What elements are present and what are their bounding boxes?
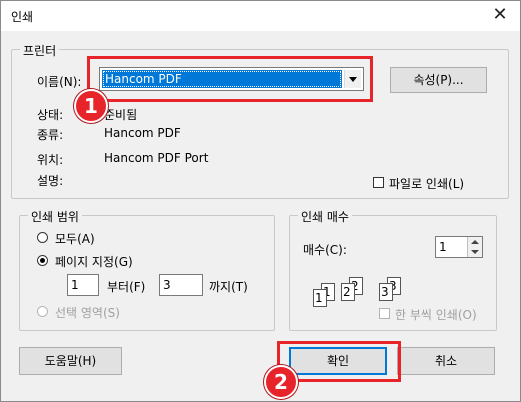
print-to-file-label: 파일로 인쇄(L) xyxy=(389,177,465,191)
print-dialog: 인쇄 ✕ 프린터 이름(N): Hancom PDF 속성(P)... 상태: … xyxy=(0,0,521,402)
range-all-label: 모두(A) xyxy=(55,232,95,246)
help-button[interactable]: 도움말(H) xyxy=(19,347,122,375)
status-value: 준비됨 xyxy=(104,108,138,122)
range-all-radio[interactable] xyxy=(37,232,48,243)
type-label: 종류: xyxy=(37,128,64,142)
highlight-printer-select xyxy=(87,56,373,102)
page-from-label: 부터(F) xyxy=(107,280,146,294)
collate-label: 한 부씩 인쇄(O) xyxy=(395,308,477,322)
page-from-input[interactable]: 1 xyxy=(67,274,99,296)
print-to-file-checkbox[interactable] xyxy=(373,177,384,188)
copies-count-label: 매수(C): xyxy=(303,243,347,257)
collate-page: 3 xyxy=(379,283,393,301)
location-value: Hancom PDF Port xyxy=(104,151,209,165)
print-range-legend: 인쇄 범위 xyxy=(28,208,82,225)
close-icon[interactable]: ✕ xyxy=(490,5,510,25)
range-selection-radio[interactable] xyxy=(37,306,48,317)
step-badge-2: 2 xyxy=(264,365,298,399)
status-label: 상태: xyxy=(37,108,64,122)
copies-spinner[interactable]: 1 xyxy=(435,236,483,258)
comment-label: 설명: xyxy=(37,174,64,188)
collate-checkbox[interactable] xyxy=(379,308,390,319)
collate-pages-icon: 1 1 2 2 3 3 xyxy=(313,273,413,307)
location-label: 위치: xyxy=(37,153,64,167)
range-pages-label: 페이지 지정(G) xyxy=(55,255,133,269)
step-badge-1: 1 xyxy=(74,89,108,123)
type-value: Hancom PDF xyxy=(104,126,181,140)
dialog-title: 인쇄 xyxy=(11,10,34,24)
range-pages-radio[interactable] xyxy=(37,255,48,266)
collate-page: 2 xyxy=(341,283,355,301)
copies-legend: 인쇄 매수 xyxy=(298,208,352,225)
printer-group-legend: 프린터 xyxy=(20,42,60,59)
title-bar: 인쇄 ✕ xyxy=(1,1,520,31)
cancel-button[interactable]: 취소 xyxy=(397,347,495,375)
printer-name-label: 이름(N): xyxy=(37,75,82,89)
collate-page: 1 xyxy=(313,289,327,307)
copies-count-value: 1 xyxy=(439,240,447,254)
page-to-input[interactable]: 3 xyxy=(159,274,203,296)
range-selection-label: 선택 영역(S) xyxy=(55,306,120,320)
properties-button[interactable]: 속성(P)... xyxy=(390,67,487,93)
spin-down-icon[interactable] xyxy=(467,247,482,257)
page-to-label: 까지(T) xyxy=(209,280,248,294)
